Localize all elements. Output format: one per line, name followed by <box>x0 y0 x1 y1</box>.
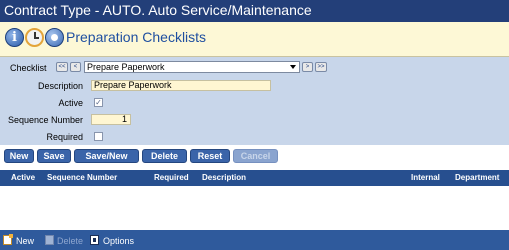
action-toolbar: New Save Save/New Delete Reset Cancel <box>0 145 509 170</box>
active-label: Active <box>58 98 83 108</box>
save-new-button[interactable]: Save/New <box>74 149 139 163</box>
checklist-label: Checklist <box>10 63 47 73</box>
column-header-active[interactable]: Active <box>11 173 35 182</box>
required-label: Required <box>46 132 83 142</box>
table-header: Active Sequence Number Required Descript… <box>0 170 509 186</box>
table-body <box>0 186 509 230</box>
checklist-form: Checklist << < Prepare Paperwork > >> De… <box>0 57 509 145</box>
column-header-department[interactable]: Department <box>455 173 499 182</box>
column-header-internal[interactable]: Internal <box>411 173 440 182</box>
required-checkbox[interactable] <box>94 132 103 141</box>
footer-new-link[interactable]: New <box>16 236 34 246</box>
sequence-number-field[interactable]: 1 <box>91 114 131 125</box>
column-header-description[interactable]: Description <box>202 173 246 182</box>
first-record-button[interactable]: << <box>56 62 68 72</box>
footer-delete-link: Delete <box>57 236 84 246</box>
new-button[interactable]: New <box>4 149 34 163</box>
reset-button[interactable]: Reset <box>190 149 230 163</box>
footer-options-link[interactable]: Options <box>103 236 134 246</box>
window-title: Contract Type - AUTO. Auto Service/Maint… <box>0 0 509 22</box>
column-header-required[interactable]: Required <box>154 173 189 182</box>
info-icon[interactable] <box>5 28 24 47</box>
column-header-sequence-number[interactable]: Sequence Number <box>47 173 117 182</box>
cancel-button: Cancel <box>233 149 278 163</box>
clock-icon[interactable] <box>25 28 44 47</box>
options-icon[interactable] <box>90 235 99 245</box>
next-record-button[interactable]: > <box>302 62 313 72</box>
active-checkbox[interactable]: ✓ <box>94 98 103 107</box>
save-button[interactable]: Save <box>37 149 71 163</box>
page-header: Preparation Checklists <box>0 22 509 57</box>
delete-button[interactable]: Delete <box>142 149 187 163</box>
checklist-select[interactable]: Prepare Paperwork <box>84 61 300 73</box>
footer-bar: New Delete Options <box>0 230 509 250</box>
chevron-down-icon <box>290 65 296 69</box>
last-record-button[interactable]: >> <box>315 62 327 72</box>
new-document-icon[interactable] <box>3 234 13 245</box>
page-title: Preparation Checklists <box>66 29 207 45</box>
checklist-select-value: Prepare Paperwork <box>87 62 165 72</box>
checkmark-icon: ✓ <box>95 98 102 107</box>
previous-record-button[interactable]: < <box>70 62 81 72</box>
delete-icon <box>45 235 54 245</box>
description-label: Description <box>37 81 83 91</box>
sequence-number-label: Sequence Number <box>7 115 83 125</box>
navigation-icon[interactable] <box>45 28 64 47</box>
description-field[interactable]: Prepare Paperwork <box>91 80 271 91</box>
